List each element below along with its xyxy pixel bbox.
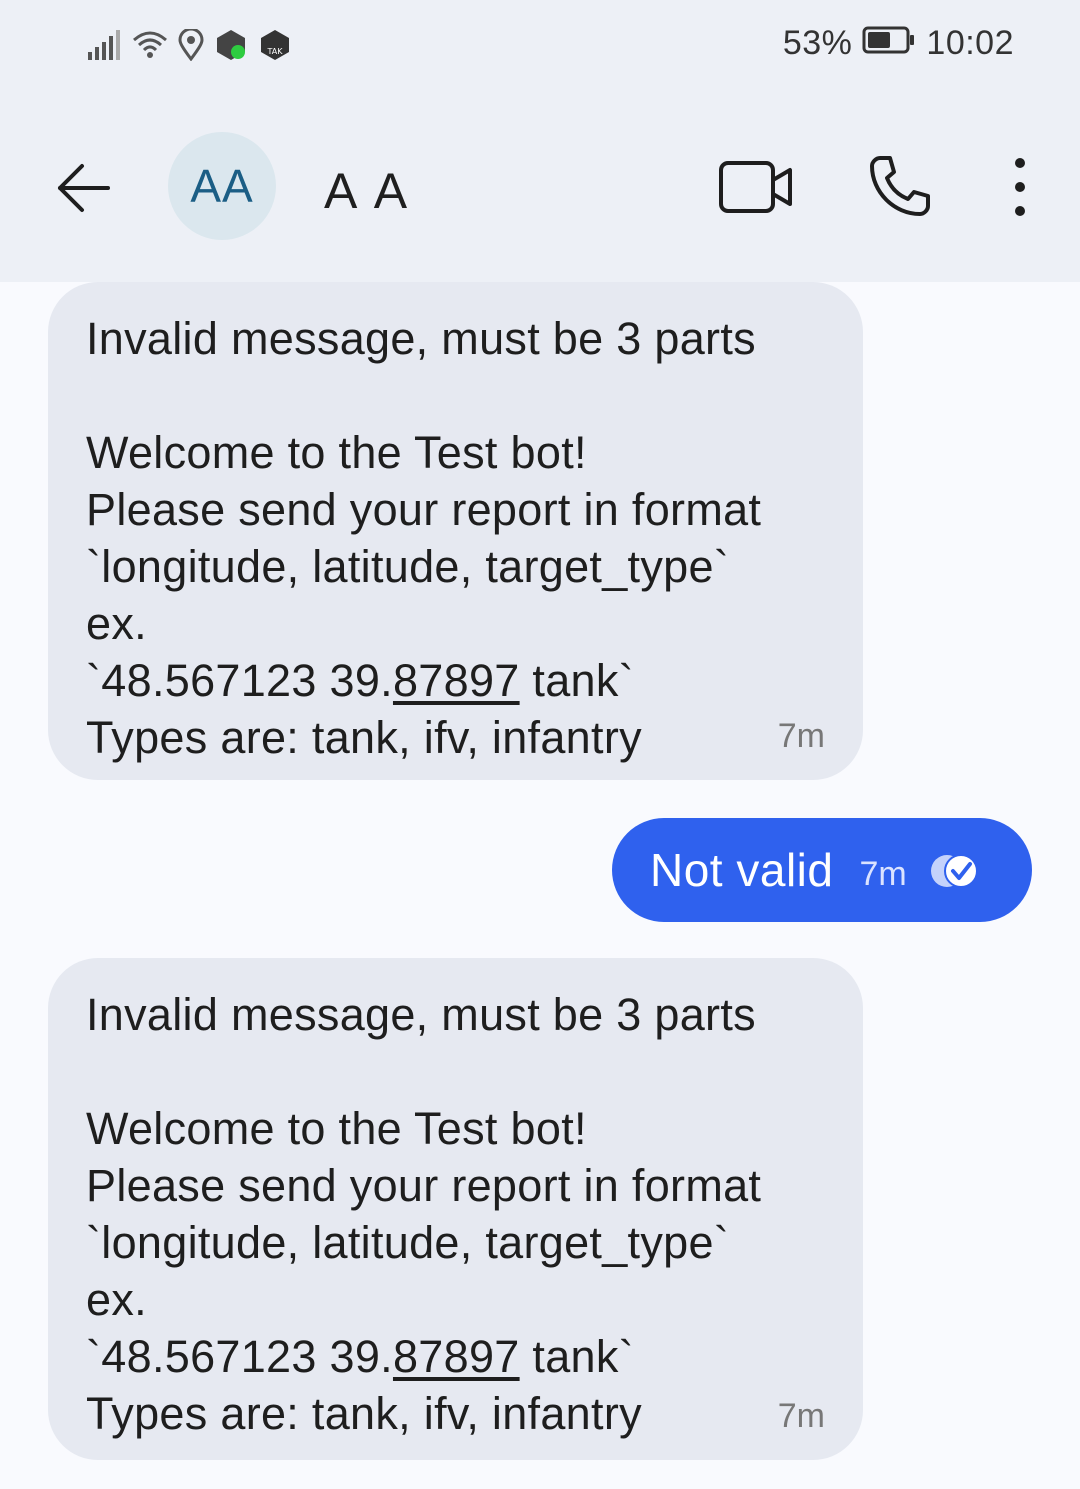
avatar[interactable]: AA xyxy=(168,132,276,240)
svg-text:TAK: TAK xyxy=(267,47,284,56)
message-thread[interactable]: Invalid message, must be 3 parts Welcome … xyxy=(0,282,1080,1489)
message-text: Invalid message, must be 3 parts Welcome … xyxy=(86,989,762,1439)
arrow-left-icon xyxy=(58,164,110,212)
more-vertical-icon xyxy=(1015,158,1025,216)
back-button[interactable] xyxy=(54,158,114,218)
outgoing-message[interactable]: Not valid 7m xyxy=(612,818,1032,922)
incoming-message[interactable]: Invalid message, must be 3 parts Welcome … xyxy=(48,958,863,1460)
contact-name[interactable]: A A xyxy=(324,162,411,220)
more-options-button[interactable] xyxy=(1000,154,1040,220)
wifi-icon xyxy=(132,30,168,65)
status-right: 53% 10:02 xyxy=(783,24,1014,63)
video-call-button[interactable] xyxy=(718,160,794,214)
phone-icon xyxy=(870,156,930,216)
conversation-header: AA A A xyxy=(0,92,1080,282)
clock: 10:02 xyxy=(926,24,1014,62)
incoming-message[interactable]: Invalid message, must be 3 parts Welcome … xyxy=(48,282,863,780)
status-bar: TAK 53% 10:02 xyxy=(0,0,1080,92)
tak-icon: TAK xyxy=(258,28,292,67)
status-icons: TAK xyxy=(88,27,292,67)
message-time: 7m xyxy=(777,717,825,755)
number-link[interactable]: 87897 xyxy=(393,655,520,706)
number-link[interactable]: 87897 xyxy=(393,1331,520,1382)
message-text: Not valid xyxy=(650,844,834,896)
message-text: Invalid message, must be 3 parts Welcome … xyxy=(86,313,762,763)
message-time: 7m xyxy=(859,854,907,893)
voice-call-button[interactable] xyxy=(866,152,934,220)
signal-icon xyxy=(88,30,122,65)
video-camera-icon xyxy=(719,161,792,213)
location-icon xyxy=(178,27,204,66)
read-check-icon xyxy=(927,851,983,896)
battery-icon xyxy=(862,24,916,63)
message-time: 7m xyxy=(777,1397,825,1435)
app-notification-icon xyxy=(214,28,248,67)
battery-percent: 53% xyxy=(782,24,853,62)
